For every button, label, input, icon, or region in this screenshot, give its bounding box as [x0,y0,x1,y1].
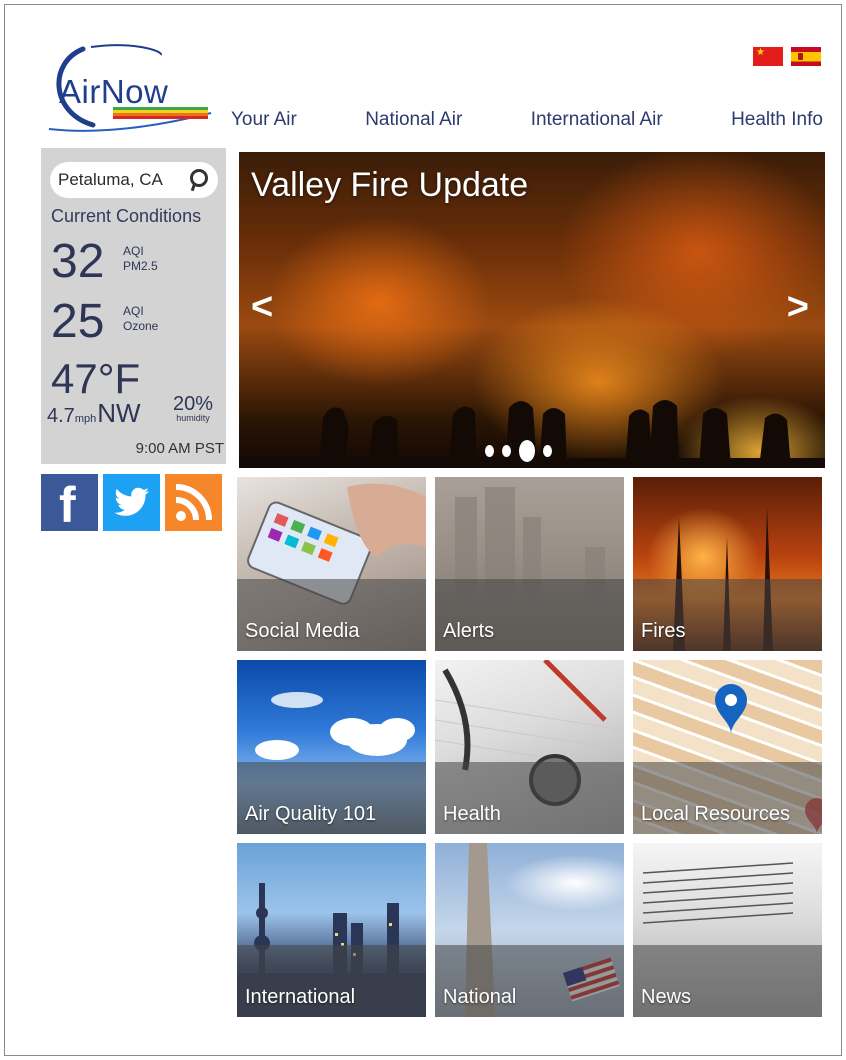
hero-title[interactable]: Valley Fire Update [251,166,528,205]
airnow-logo[interactable]: AirNow [43,43,215,133]
tile-label: Alerts [443,620,495,642]
tile-label: Air Quality 101 [245,803,377,825]
nav-national-air[interactable]: National Air [365,109,462,131]
main-nav: Your Air National Air International Air … [231,109,823,131]
language-selector: ★ [753,47,821,66]
observation-time: 9:00 AM PST [135,440,224,457]
wind-direction: NW [97,398,141,428]
tile-label: Social Media [245,620,360,642]
wind-info: 4.7 mph NW [47,398,141,429]
chinese-flag-icon[interactable]: ★ [753,47,783,66]
topic-tiles: Social Media Alerts Fires Air Quality 10… [237,477,822,1017]
rss-feed-icon [175,484,212,521]
pm25-aqi-label: AQI [123,244,144,258]
ozone-pollutant-label: Ozone [123,319,159,333]
rss-icon[interactable] [165,474,222,531]
tile-social-media[interactable]: Social Media [237,477,426,651]
spanish-flag-icon[interactable] [791,47,821,66]
ozone-aqi-value: 25 [51,295,105,348]
nav-health-info[interactable]: Health Info [731,109,823,131]
location-input[interactable]: Petaluma, CA [58,170,163,190]
wind-unit: mph [74,413,97,425]
humidity: 20% humidity [173,394,213,423]
tile-news[interactable]: News [633,843,822,1017]
tile-international[interactable]: International [237,843,426,1017]
tile-label: Local Resources [641,803,790,825]
twitter-bird-icon [114,487,149,516]
ozone-aqi-label: AQI [123,304,144,318]
temperature: 47°F [51,355,141,402]
tile-fires[interactable]: Fires [633,477,822,651]
carousel-dot-3[interactable] [519,440,535,462]
carousel-dot-2[interactable] [502,445,511,457]
logo-text: AirNow [59,73,169,110]
nav-international-air[interactable]: International Air [531,109,663,131]
current-conditions-panel: Petaluma, CA Current Conditions 32 AQI P… [41,148,226,464]
tile-air-quality-101[interactable]: Air Quality 101 [237,660,426,834]
carousel-dot-4[interactable] [543,445,552,457]
carousel-next-button[interactable]: > [787,286,809,329]
humidity-label: humidity [176,413,210,423]
carousel-dot-1[interactable] [485,445,494,457]
pm25-label: AQI PM2.5 [123,244,158,274]
carousel-prev-button[interactable]: < [251,286,273,329]
tile-local-resources[interactable]: Local Resources [633,660,822,834]
tile-label: Health [443,803,501,825]
social-links: f [41,474,222,531]
pm25-aqi-value: 32 [51,235,105,288]
twitter-icon[interactable] [103,474,160,531]
search-icon[interactable] [188,168,208,192]
wind-speed: 4.7 [47,405,75,427]
facebook-icon[interactable]: f [41,474,98,531]
tile-label: Fires [641,620,686,642]
tile-alerts[interactable]: Alerts [435,477,624,651]
carousel-indicators [485,440,552,462]
location-search[interactable]: Petaluma, CA [50,162,218,198]
humidity-value: 20% [173,393,214,415]
tile-label: International [245,986,356,1008]
pm25-pollutant-label: PM2.5 [123,259,158,273]
ozone-label: AQI Ozone [123,304,158,334]
conditions-title: Current Conditions [51,206,202,226]
hero-carousel[interactable]: Valley Fire Update < > [239,152,825,468]
tile-label: News [641,986,692,1008]
tile-label: National [443,986,517,1008]
tile-national[interactable]: National [435,843,624,1017]
nav-your-air[interactable]: Your Air [231,109,297,131]
tile-health[interactable]: Health [435,660,624,834]
